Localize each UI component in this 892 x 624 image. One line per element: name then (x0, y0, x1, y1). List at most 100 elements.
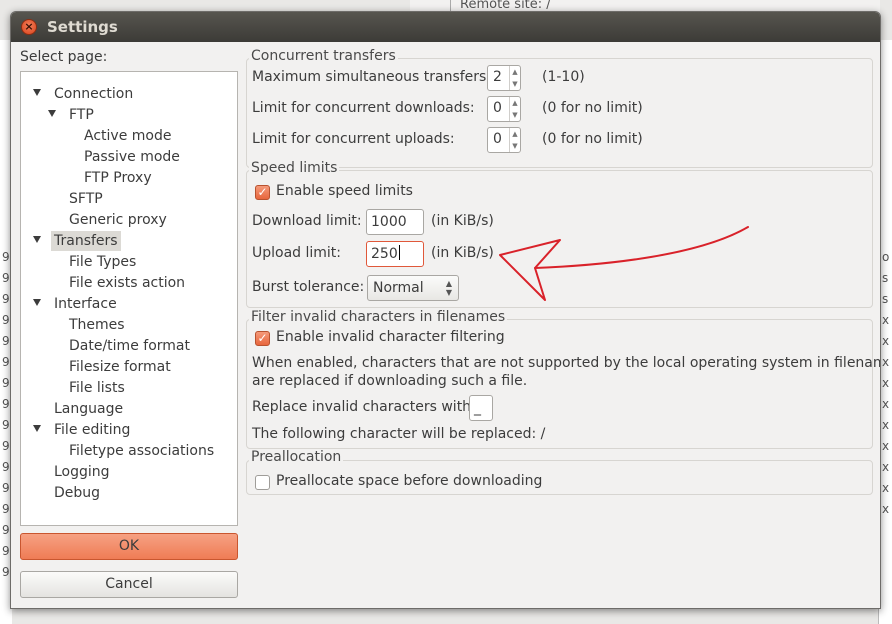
preallocation-title: Preallocation (249, 449, 344, 465)
text-caret (398, 245, 400, 260)
background-list-digit: 9 (2, 292, 10, 306)
background-list-digit: 9 (2, 544, 10, 558)
concurrent-uploads-value: 0 (493, 131, 502, 147)
background-list-digit: o (882, 250, 890, 264)
spin-updown-icon[interactable]: ▲ ▼ (509, 97, 520, 121)
tree-item-filetype-associations[interactable]: Filetype associations (66, 441, 217, 461)
expand-arrow-icon[interactable] (48, 110, 56, 117)
background-list-digit: 9 (2, 460, 10, 474)
close-icon[interactable]: × (21, 19, 37, 35)
background-list-digit: 9 (2, 250, 10, 264)
upload-limit-value: 250 (371, 246, 398, 262)
background-list-digit: 9 (2, 439, 10, 453)
filter-description-line1: When enabled, characters that are not su… (252, 355, 881, 371)
background-list-digit: 9 (2, 481, 10, 495)
replace-char-input[interactable]: _ (469, 395, 493, 421)
tree-item-debug[interactable]: Debug (51, 483, 103, 503)
burst-tolerance-label: Burst tolerance: (252, 279, 365, 295)
burst-tolerance-select[interactable]: Normal ▲ ▼ (367, 275, 459, 301)
tree-item-ftp-proxy[interactable]: FTP Proxy (81, 168, 155, 188)
concurrent-downloads-hint: (0 for no limit) (542, 100, 643, 116)
tree-item-datetime-format[interactable]: Date/time format (66, 336, 193, 356)
background-list-digit: 9 (2, 418, 10, 432)
background-list-digit: x (882, 334, 890, 348)
background-list-digit: 9 (2, 376, 10, 390)
concurrent-uploads-spinner[interactable]: 0 ▲ ▼ (487, 127, 521, 153)
concurrent-uploads-hint: (0 for no limit) (542, 131, 643, 147)
tree-item-ftp[interactable]: FTP (66, 105, 97, 125)
background-list-digit: x (882, 313, 890, 327)
tree-item-file-exists-action[interactable]: File exists action (66, 273, 188, 293)
background-list-digit: 9 (2, 502, 10, 516)
tree-item-interface[interactable]: Interface (51, 294, 120, 314)
background-list-digit: x (882, 397, 890, 411)
expand-arrow-icon[interactable] (33, 299, 41, 306)
following-char-label: The following character will be replaced… (252, 426, 546, 442)
tree-item-sftp[interactable]: SFTP (66, 189, 106, 209)
background-list-digit: x (882, 418, 890, 432)
tree-item-active-mode[interactable]: Active mode (81, 126, 174, 146)
expand-arrow-icon[interactable] (33, 89, 41, 96)
tree-item-connection[interactable]: Connection (51, 84, 136, 104)
spin-updown-icon[interactable]: ▲ ▼ (509, 128, 520, 152)
ok-button[interactable]: OK (20, 533, 238, 560)
tree-item-file-types[interactable]: File Types (66, 252, 139, 272)
cancel-button[interactable]: Cancel (20, 571, 238, 598)
background-list-digit: x (882, 502, 890, 516)
expand-arrow-icon[interactable] (33, 236, 41, 243)
concurrent-downloads-label: Limit for concurrent downloads: (252, 100, 475, 116)
tree-item-generic-proxy[interactable]: Generic proxy (66, 210, 170, 230)
background-list-digit: 9 (2, 271, 10, 285)
background-list-digit: 9 (2, 355, 10, 369)
filter-description-line2: are replaced if downloading such a file. (252, 373, 528, 389)
enable-speed-limits-checkbox[interactable] (255, 185, 270, 200)
spin-updown-icon[interactable]: ▲ ▼ (509, 66, 520, 90)
page-tree[interactable]: Connection FTP Active mode Passive mode … (20, 71, 238, 526)
upload-limit-label: Upload limit: (252, 245, 342, 261)
background-list-digit: s (882, 271, 889, 285)
settings-dialog: × Settings Select page: Connection FTP A… (10, 11, 881, 609)
max-transfers-hint: (1-10) (542, 69, 585, 85)
preallocate-checkbox[interactable] (255, 475, 270, 490)
upload-limit-input[interactable]: 250 (366, 241, 424, 267)
tree-item-themes[interactable]: Themes (66, 315, 128, 335)
replace-chars-label: Replace invalid characters with: (252, 399, 476, 415)
max-transfers-label: Maximum simultaneous transfers: (252, 69, 492, 85)
tree-item-filesize-format[interactable]: Filesize format (66, 357, 174, 377)
concurrent-uploads-label: Limit for concurrent uploads: (252, 131, 455, 147)
tree-item-passive-mode[interactable]: Passive mode (81, 147, 183, 167)
select-page-label: Select page: (20, 49, 108, 65)
background-list-digit: s (882, 292, 889, 306)
background-list-digit: 9 (2, 334, 10, 348)
tree-item-logging[interactable]: Logging (51, 462, 113, 482)
background-list-digit: x (882, 376, 890, 390)
concurrent-downloads-spinner[interactable]: 0 ▲ ▼ (487, 96, 521, 122)
max-transfers-spinner[interactable]: 2 ▲ ▼ (487, 65, 521, 91)
speed-limits-title: Speed limits (249, 160, 340, 176)
enable-filtering-checkbox[interactable] (255, 331, 270, 346)
enable-speed-limits-label[interactable]: Enable speed limits (276, 183, 413, 199)
preallocate-label[interactable]: Preallocate space before downloading (276, 473, 542, 489)
max-transfers-value: 2 (493, 69, 502, 85)
burst-tolerance-value: Normal (373, 280, 424, 296)
tree-item-file-editing[interactable]: File editing (51, 420, 133, 440)
concurrent-transfers-title: Concurrent transfers (249, 48, 398, 64)
enable-filtering-label[interactable]: Enable invalid character filtering (276, 329, 505, 345)
background-list-digit: x (882, 481, 890, 495)
window-title: Settings (47, 18, 118, 36)
download-limit-input[interactable]: 1000 (366, 209, 424, 235)
background-list-digit: x (882, 460, 890, 474)
tree-item-language[interactable]: Language (51, 399, 126, 419)
background-list-digit: x (882, 439, 890, 453)
background-list-digit: 9 (2, 523, 10, 537)
tree-item-transfers[interactable]: Transfers (51, 231, 121, 251)
background-list-digit: 9 (2, 397, 10, 411)
updown-arrows-icon: ▲ ▼ (445, 279, 452, 297)
titlebar: × Settings (11, 12, 880, 42)
expand-arrow-icon[interactable] (33, 425, 41, 432)
tree-item-file-lists[interactable]: File lists (66, 378, 128, 398)
concurrent-downloads-value: 0 (493, 100, 502, 116)
download-limit-label: Download limit: (252, 213, 362, 229)
filter-chars-title: Filter invalid characters in filenames (249, 309, 508, 325)
background-list-digit: x (882, 355, 890, 369)
